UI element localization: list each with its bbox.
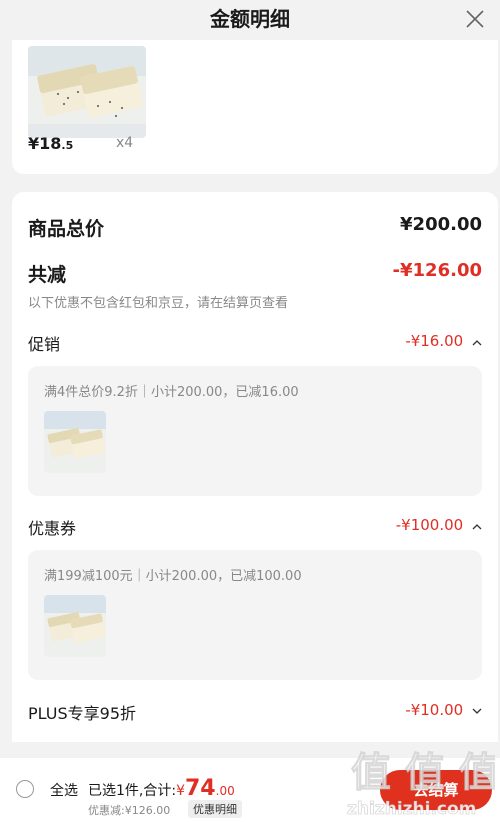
selected-total: 已选1件,合计:¥74.00 bbox=[88, 776, 235, 801]
chevron-up-icon[interactable] bbox=[472, 522, 482, 530]
promotion-row[interactable]: 促销 -¥16.00 bbox=[28, 331, 482, 355]
promotion-label: 促销 bbox=[28, 335, 61, 354]
plus-value: -¥10.00 bbox=[405, 701, 464, 719]
product-price-decimal: .5 bbox=[61, 139, 74, 152]
coupon-label: 优惠券 bbox=[28, 519, 77, 538]
coupon-row[interactable]: 优惠券 -¥100.00 bbox=[28, 515, 482, 539]
product-price: ¥18.5 bbox=[28, 134, 73, 153]
promotion-desc: 满4件总价9.2折｜小计200.00，已减16.00 bbox=[44, 385, 299, 400]
discount-note: 以下优惠不包含红包和京豆，请在结算页查看 bbox=[28, 296, 289, 311]
total-label: 商品总价 bbox=[28, 218, 105, 240]
select-all-label[interactable]: 全选 bbox=[50, 780, 78, 800]
checkout-bar: 全选 已选1件,合计:¥74.00 优惠减:¥126.00 优惠明细 去结算 bbox=[0, 758, 500, 822]
chevron-down-icon[interactable] bbox=[472, 707, 482, 715]
total-amount: 74 bbox=[185, 776, 216, 801]
coupon-product-thumb[interactable] bbox=[44, 595, 106, 657]
total-value: ¥200.00 bbox=[400, 214, 482, 235]
plus-row[interactable]: PLUS专享95折 -¥10.00 bbox=[28, 700, 482, 724]
total-decimal: .00 bbox=[215, 784, 235, 798]
coupon-value: -¥100.00 bbox=[395, 516, 464, 534]
discount-summary: 优惠减:¥126.00 bbox=[88, 804, 171, 817]
discount-detail-button[interactable]: 优惠明细 bbox=[188, 800, 242, 818]
coupon-detail-box: 满199减100元｜小计200.00，已减100.00 bbox=[28, 550, 482, 680]
plus-label: PLUS专享95折 bbox=[28, 704, 136, 723]
chevron-up-icon[interactable] bbox=[472, 338, 482, 346]
total-row: 商品总价 ¥200.00 bbox=[28, 214, 482, 241]
discount-row: 共减 -¥126.00 bbox=[28, 260, 482, 287]
modal-title: 金额明细 bbox=[210, 7, 290, 31]
amount-detail-card: 商品总价 ¥200.00 共减 -¥126.00 以下优惠不包含红包和京豆，请在… bbox=[12, 192, 498, 742]
promotion-detail-box: 满4件总价9.2折｜小计200.00，已减16.00 bbox=[28, 366, 482, 496]
promotion-value: -¥16.00 bbox=[405, 332, 464, 350]
modal-header: 金额明细 bbox=[0, 0, 500, 40]
product-image[interactable] bbox=[28, 46, 146, 138]
promotion-value-wrap: -¥16.00 bbox=[405, 332, 482, 350]
selected-text: 已选1件,合计: bbox=[88, 783, 177, 799]
product-card: ¥18.5 x4 bbox=[12, 40, 498, 174]
promotion-product-thumb[interactable] bbox=[44, 411, 106, 473]
product-price-main: ¥18 bbox=[28, 134, 62, 153]
coupon-desc: 满199减100元｜小计200.00，已减100.00 bbox=[44, 569, 302, 584]
discount-value: -¥126.00 bbox=[392, 260, 482, 281]
checkout-button[interactable]: 去结算 bbox=[380, 770, 492, 810]
product-quantity: x4 bbox=[116, 135, 134, 151]
plus-value-wrap: -¥10.00 bbox=[405, 701, 482, 719]
close-icon[interactable] bbox=[464, 8, 486, 30]
discount-label: 共减 bbox=[28, 264, 67, 286]
select-all-radio[interactable] bbox=[16, 780, 34, 798]
coupon-value-wrap: -¥100.00 bbox=[396, 516, 482, 534]
total-currency: ¥ bbox=[176, 783, 185, 799]
